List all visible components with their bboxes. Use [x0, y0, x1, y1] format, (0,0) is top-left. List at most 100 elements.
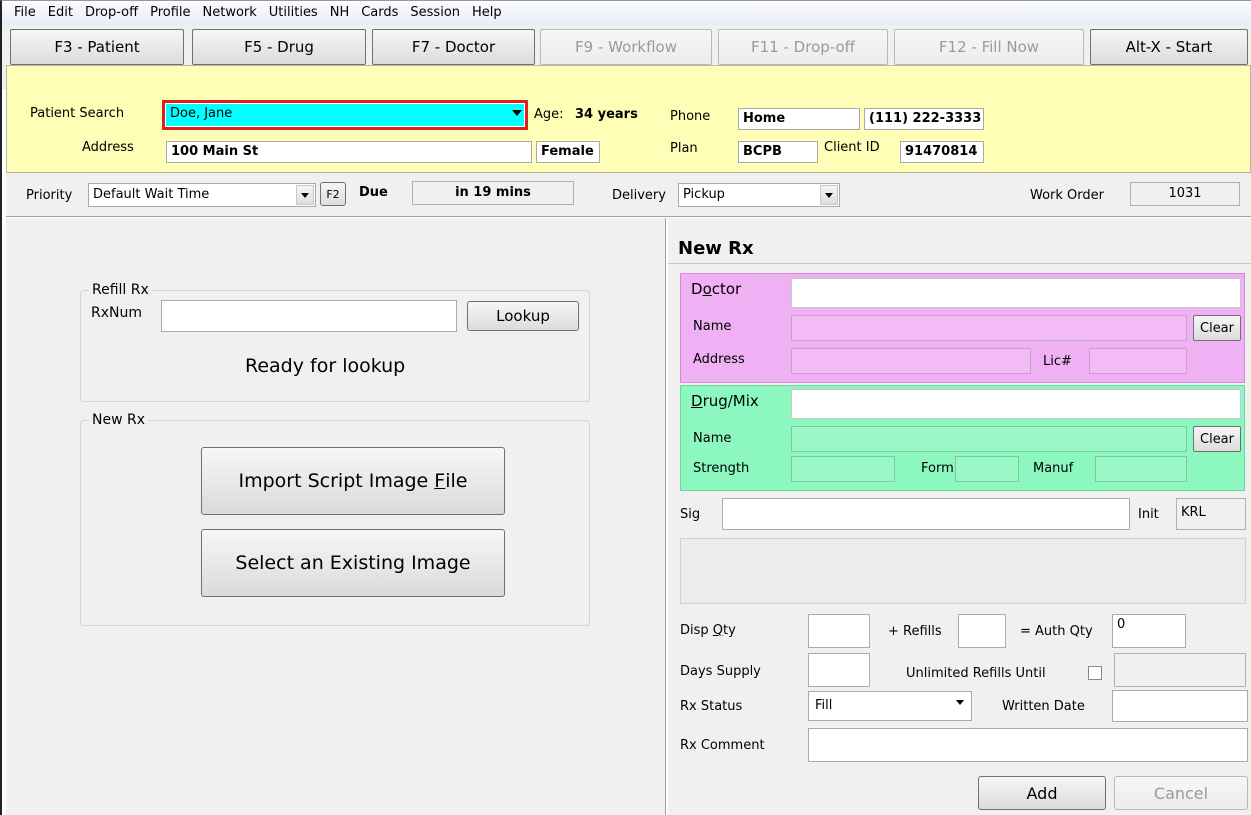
app-window: File Edit Drop-off Profile Network Utili…: [0, 0, 1251, 815]
chevron-down-icon[interactable]: [296, 185, 314, 205]
menu-edit[interactable]: Edit: [42, 2, 79, 24]
address-label: Address: [82, 140, 134, 155]
priority-label: Priority: [26, 188, 73, 203]
cancel-button[interactable]: Cancel: [1114, 776, 1248, 810]
menu-file[interactable]: File: [8, 2, 42, 24]
doctor-clear-button[interactable]: Clear: [1193, 315, 1241, 341]
f2-button[interactable]: F2: [320, 182, 346, 206]
rxnum-input[interactable]: [161, 300, 457, 332]
chevron-down-icon[interactable]: [512, 110, 522, 116]
manuf-field: [1095, 456, 1187, 482]
client-id-label: Client ID: [824, 140, 880, 155]
add-button[interactable]: Add: [978, 776, 1106, 810]
doctor-name-field: [791, 315, 1187, 341]
refills-input[interactable]: [958, 614, 1006, 648]
doctor-name-label: Name: [693, 319, 732, 334]
start-button[interactable]: Alt-X - Start: [1090, 29, 1248, 65]
strength-field: [791, 456, 895, 482]
new-rx-title: New Rx: [678, 238, 754, 259]
delivery-label: Delivery: [612, 188, 666, 203]
disp-qty-input[interactable]: [808, 614, 870, 648]
days-supply-label: Days Supply: [680, 664, 761, 679]
drug-name-field: [791, 426, 1187, 452]
patient-button[interactable]: F3 - Patient: [10, 29, 184, 65]
delivery-value: Pickup: [683, 187, 725, 202]
form-label: Form: [921, 461, 954, 476]
drug-search-input[interactable]: [791, 389, 1241, 419]
fill-now-button[interactable]: F12 - Fill Now: [894, 29, 1084, 65]
due-label: Due: [359, 185, 388, 200]
rxnum-label: RxNum: [91, 305, 142, 321]
phone-type-field[interactable]: Home: [738, 108, 860, 130]
auth-qty-input[interactable]: 0: [1112, 614, 1186, 648]
drug-clear-button[interactable]: Clear: [1193, 426, 1241, 452]
dropoff-button[interactable]: F11 - Drop-off: [718, 29, 888, 65]
menu-network[interactable]: Network: [197, 2, 263, 24]
client-id-field[interactable]: 91470814: [900, 141, 984, 163]
unlimited-refills-checkbox[interactable]: [1088, 666, 1102, 680]
drug-name-label: Name: [693, 431, 732, 446]
written-date-input[interactable]: [1112, 690, 1248, 722]
lic-label: Lic#: [1043, 354, 1072, 369]
new-rx-pane: New Rx Doctor Name Clear Address Lic# Dr…: [668, 218, 1251, 815]
patient-search-combo[interactable]: Doe, Jane: [162, 100, 528, 130]
work-order-value: 1031: [1130, 182, 1240, 206]
drug-title: Drug/Mix: [691, 392, 759, 410]
select-existing-image-button[interactable]: Select an Existing Image: [201, 529, 505, 597]
phone-number-field[interactable]: (111) 222-3333: [864, 108, 984, 130]
address-field[interactable]: 100 Main St: [166, 141, 532, 163]
sig-label: Sig: [680, 507, 701, 522]
import-script-image-button[interactable]: Import Script Image File: [201, 447, 505, 515]
menu-drop-off[interactable]: Drop-off: [79, 2, 144, 24]
patient-search-value[interactable]: Doe, Jane: [166, 104, 524, 126]
form-field: [955, 456, 1019, 482]
sig-input[interactable]: [722, 498, 1130, 530]
written-date-label: Written Date: [1002, 699, 1085, 714]
menu-utilities[interactable]: Utilities: [263, 2, 324, 24]
doctor-address-label: Address: [693, 352, 745, 367]
import-label-post: ile: [445, 470, 468, 492]
age-label: Age:: [534, 107, 564, 122]
unlimited-refills-label: Unlimited Refills Until: [906, 666, 1046, 681]
priority-combo[interactable]: Default Wait Time: [88, 183, 316, 207]
refills-label: + Refills: [888, 624, 942, 639]
import-label-pre: Import Script Image: [238, 470, 435, 492]
rx-status-label: Rx Status: [680, 699, 743, 714]
menu-session[interactable]: Session: [404, 2, 466, 24]
rx-comment-input[interactable]: [808, 728, 1248, 762]
drug-button[interactable]: F5 - Drug: [192, 29, 366, 65]
menu-profile[interactable]: Profile: [144, 2, 196, 24]
patient-search-label: Patient Search: [30, 106, 125, 121]
sig-translation-area: [680, 538, 1246, 604]
chevron-down-icon[interactable]: [820, 185, 838, 205]
rx-comment-label: Rx Comment: [680, 738, 765, 753]
gender-field[interactable]: Female: [536, 141, 600, 163]
workflow-button[interactable]: F9 - Workflow: [540, 29, 712, 65]
menu-cards[interactable]: Cards: [355, 2, 404, 24]
plan-label: Plan: [670, 141, 698, 156]
refill-rx-group: Refill Rx RxNum Lookup Ready for lookup: [80, 282, 590, 402]
rx-status-value: Fill: [815, 698, 833, 713]
new-rx-group: New Rx Import Script Image File Select a…: [80, 412, 590, 626]
days-supply-input[interactable]: [808, 653, 870, 687]
lookup-button[interactable]: Lookup: [467, 301, 579, 331]
left-pane: Refill Rx RxNum Lookup Ready for lookup …: [6, 218, 666, 815]
work-order-label: Work Order: [1030, 188, 1104, 203]
lookup-status: Ready for lookup: [245, 355, 406, 377]
init-label: Init: [1138, 507, 1159, 522]
doctor-address-field: [791, 348, 1031, 374]
delivery-combo[interactable]: Pickup: [678, 183, 840, 207]
rx-status-combo[interactable]: Fill: [808, 691, 972, 721]
doctor-search-input[interactable]: [791, 278, 1241, 308]
phone-label: Phone: [670, 109, 711, 124]
doctor-button[interactable]: F7 - Doctor: [372, 29, 535, 65]
lic-field: [1089, 348, 1187, 374]
menu-nh[interactable]: NH: [324, 2, 356, 24]
menu-help[interactable]: Help: [466, 2, 508, 24]
init-value: KRL: [1176, 498, 1246, 530]
plan-field[interactable]: BCPB: [738, 141, 818, 163]
chevron-down-icon[interactable]: [952, 693, 970, 719]
new-rx-group-title: New Rx: [89, 412, 148, 428]
auth-qty-label: = Auth Qty: [1020, 624, 1093, 639]
priority-value: Default Wait Time: [93, 187, 210, 202]
